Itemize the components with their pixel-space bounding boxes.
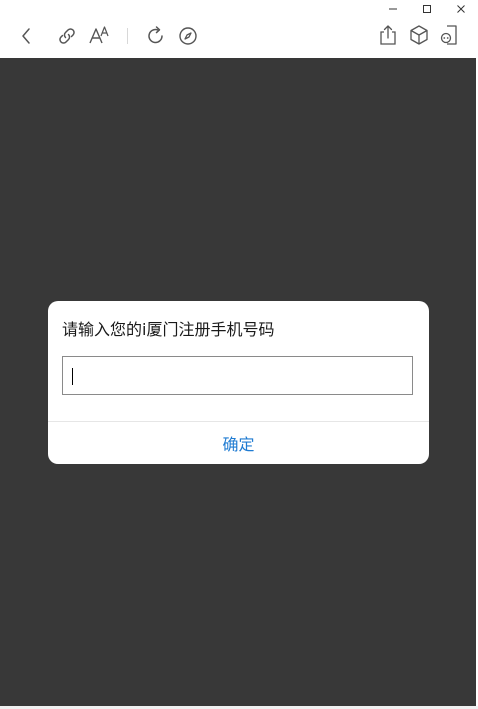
confirm-button[interactable]: 确定 [48,422,429,464]
mini-program-icon[interactable] [439,24,461,46]
maximize-icon[interactable] [422,4,432,14]
app-window: 请输入您的i厦门注册手机号码 确定 [0,0,478,709]
refresh-icon[interactable] [145,25,167,47]
cube-icon[interactable] [408,24,430,46]
link-icon[interactable] [56,25,78,47]
share-icon[interactable] [377,24,399,46]
back-arrow-icon[interactable] [18,26,36,46]
compass-icon[interactable] [177,25,199,47]
text-caret [72,368,73,385]
toolbar [0,0,478,58]
phone-number-input[interactable] [62,356,413,395]
dialog-title: 请输入您的i厦门注册手机号码 [62,320,275,339]
close-icon[interactable] [456,4,466,14]
minimize-icon[interactable] [388,4,398,14]
toolbar-separator [127,28,128,44]
phone-input-dialog: 请输入您的i厦门注册手机号码 确定 [48,301,429,464]
font-size-icon[interactable] [88,24,110,46]
